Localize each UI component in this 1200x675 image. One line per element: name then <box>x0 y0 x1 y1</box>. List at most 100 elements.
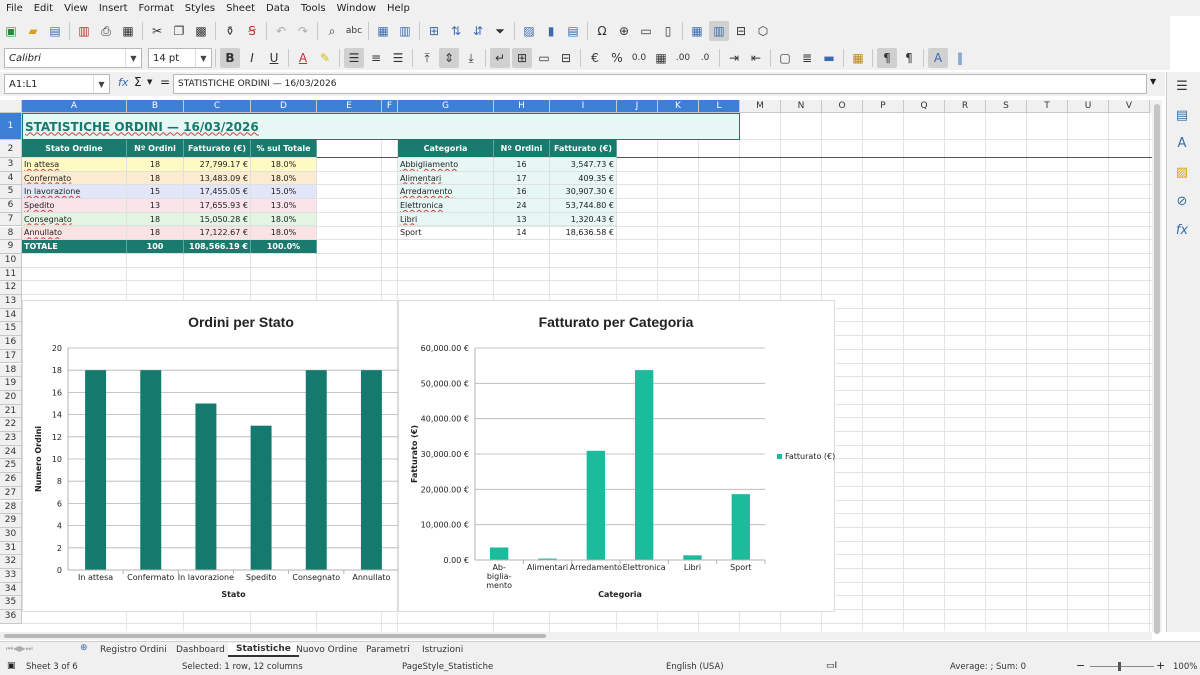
column-icon[interactable]: ▥ <box>395 21 415 41</box>
row-header-6[interactable]: 6 <box>0 199 22 213</box>
category-table-header[interactable]: Categoria <box>398 140 494 158</box>
column-header-l[interactable]: L <box>699 100 740 113</box>
hyperlink-icon[interactable]: ⊕ <box>614 21 634 41</box>
export-pdf-icon[interactable]: ▥ <box>74 21 94 41</box>
sheet-nav-buttons[interactable]: ⏮◀▶⏭ <box>6 644 33 654</box>
row-header-24[interactable]: 24 <box>0 445 22 460</box>
freeze-rows-columns-icon[interactable]: ▥ <box>709 21 729 41</box>
chart-bar[interactable] <box>305 370 327 570</box>
merge-cells-icon[interactable]: ▭ <box>534 48 554 68</box>
clone-formatting-icon[interactable]: ⚱ <box>220 21 240 41</box>
chart-bar[interactable] <box>489 547 509 560</box>
print-icon[interactable]: ⎙ <box>96 21 116 41</box>
pivot-table-icon[interactable]: ▤ <box>563 21 583 41</box>
row-header-25[interactable]: 25 <box>0 459 22 474</box>
category-table-cell[interactable]: Libri <box>398 212 494 227</box>
menu-item-window[interactable]: Window <box>331 3 381 14</box>
row-icon[interactable]: ▦ <box>373 21 393 41</box>
open-icon[interactable]: ▰ <box>23 21 43 41</box>
status-table-cell[interactable]: 18 <box>127 158 184 172</box>
insert-image-icon[interactable]: ▨ <box>519 21 539 41</box>
zoom-level[interactable]: 100% <box>1173 662 1197 672</box>
status-table-cell[interactable]: 13 <box>127 199 184 213</box>
sheet-tab-registro-ordini[interactable]: Registro Ordini <box>92 643 175 657</box>
status-table-cell[interactable]: 18 <box>127 171 184 186</box>
status-table-total[interactable]: 108,566.19 € <box>184 240 251 254</box>
underline-icon[interactable]: U <box>264 48 284 68</box>
conditional-format-icon[interactable]: ▦ <box>848 48 868 68</box>
row-header-33[interactable]: 33 <box>0 569 22 583</box>
highlight-color-icon[interactable]: ✎ <box>315 48 335 68</box>
menu-item-tools[interactable]: Tools <box>295 3 331 14</box>
sheet-tab-dashboard[interactable]: Dashboard <box>168 643 233 657</box>
column-header-r[interactable]: R <box>945 100 986 113</box>
status-table-header[interactable]: Fatturato (€) <box>184 140 251 158</box>
save-icon[interactable]: ▤ <box>45 21 65 41</box>
status-table-cell[interactable]: 17,655.93 € <box>184 199 251 213</box>
status-table-header[interactable]: Stato Ordine <box>22 140 127 158</box>
horizontal-scrollbar[interactable] <box>0 632 1152 640</box>
corner-select-all[interactable] <box>0 100 22 113</box>
column-header-n[interactable]: N <box>781 100 822 113</box>
add-decimal-icon[interactable]: .00 <box>673 48 693 68</box>
status-page-style[interactable]: PageStyle_Statistiche <box>402 662 493 672</box>
row-header-7[interactable]: 7 <box>0 212 22 227</box>
status-table-header[interactable]: Nº Ordini <box>127 140 184 158</box>
selection-mode-icon[interactable]: ▭I <box>826 661 837 671</box>
right-to-left-icon[interactable]: ¶ <box>899 48 919 68</box>
status-table-cell[interactable]: 17,455.05 € <box>184 185 251 200</box>
menu-item-help[interactable]: Help <box>381 3 415 14</box>
left-to-right-icon[interactable]: ¶ <box>877 48 897 68</box>
category-table-header[interactable]: Fatturato (€) <box>550 140 617 158</box>
category-table-cell[interactable]: 409.35 € <box>550 171 617 186</box>
status-table-cell[interactable]: 18.0% <box>251 212 317 227</box>
category-table-cell[interactable]: Sport <box>398 226 494 241</box>
status-sum[interactable]: Average: ; Sum: 0 <box>950 662 1026 672</box>
category-table-cell[interactable]: 18,636.58 € <box>550 226 617 241</box>
chart-bar[interactable] <box>195 403 217 571</box>
category-table-cell[interactable]: 17 <box>494 171 550 186</box>
gallery-icon[interactable]: ▨ <box>1172 162 1192 182</box>
category-table-cell[interactable]: 14 <box>494 226 550 241</box>
row-header-11[interactable]: 11 <box>0 267 22 282</box>
row-header-8[interactable]: 8 <box>0 226 22 241</box>
row-header-10[interactable]: 10 <box>0 253 22 268</box>
category-table-header[interactable]: Nº Ordini <box>494 140 550 158</box>
function-wizard-icon[interactable]: fx <box>118 76 128 89</box>
text-direction-tb-icon[interactable]: ‖ <box>950 48 970 68</box>
status-table-cell[interactable]: 18.0% <box>251 226 317 241</box>
row-header-17[interactable]: 17 <box>0 349 22 364</box>
menu-item-edit[interactable]: Edit <box>28 3 58 14</box>
row-header-4[interactable]: 4 <box>0 171 22 186</box>
currency-format-icon[interactable]: € <box>585 48 605 68</box>
row-header-21[interactable]: 21 <box>0 404 22 419</box>
number-format-icon[interactable]: 0.0 <box>629 48 649 68</box>
insert-chart-icon[interactable]: ▮ <box>541 21 561 41</box>
status-table-cell[interactable]: Consegnato <box>22 212 127 227</box>
sidebar-menu-icon[interactable]: ☰ <box>1172 76 1192 96</box>
new-document-icon[interactable]: ▣ <box>1 21 21 41</box>
show-draw-functions-icon[interactable]: ⬡ <box>753 21 773 41</box>
expand-formula-icon[interactable]: ▼ <box>1150 77 1156 86</box>
column-header-p[interactable]: P <box>863 100 904 113</box>
chart-bar[interactable] <box>634 370 654 560</box>
border-color-icon[interactable]: ▬ <box>819 48 839 68</box>
menu-item-file[interactable]: File <box>0 3 28 14</box>
menu-item-format[interactable]: Format <box>133 3 179 14</box>
column-header-o[interactable]: O <box>822 100 863 113</box>
navigator-icon[interactable]: ⊘ <box>1172 191 1192 211</box>
category-table-cell[interactable]: 3,547.73 € <box>550 158 617 172</box>
chevron-down-icon[interactable]: ▼ <box>125 49 141 67</box>
column-header-b[interactable]: B <box>127 100 184 113</box>
chevron-down-icon[interactable]: ▼ <box>147 78 152 86</box>
borders-icon[interactable]: ▢ <box>775 48 795 68</box>
redo-icon[interactable]: ↷ <box>293 21 313 41</box>
chart-orders-by-status[interactable]: Ordini per Stato 0 2 4 6 8 10 12 14 16 18 20 In atte… <box>22 300 400 612</box>
increase-indent-icon[interactable]: ⇥ <box>724 48 744 68</box>
row-header-27[interactable]: 27 <box>0 486 22 501</box>
zoom-slider-thumb[interactable] <box>1118 662 1121 671</box>
menu-item-sheet[interactable]: Sheet <box>220 3 260 14</box>
category-table-cell[interactable]: 16 <box>494 185 550 200</box>
chevron-down-icon[interactable]: ▼ <box>195 49 211 67</box>
column-header-m[interactable]: M <box>740 100 781 113</box>
